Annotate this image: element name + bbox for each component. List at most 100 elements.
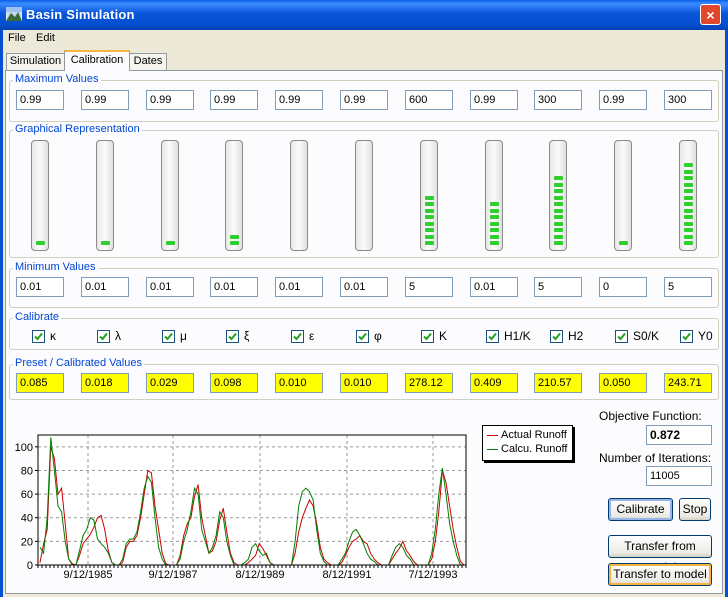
- objective-value: 0.872: [646, 425, 712, 445]
- close-button[interactable]: ×: [700, 4, 721, 25]
- meter-segment: [425, 234, 434, 239]
- max-value-field[interactable]: 0.99: [146, 90, 194, 110]
- meter-segment: [554, 182, 563, 187]
- x-tick-label: 8/12/1991: [323, 569, 372, 581]
- calibrate-button[interactable]: Calibrate: [608, 498, 673, 521]
- checkbox-box[interactable]: [97, 330, 110, 343]
- preset-value-field[interactable]: 0.098: [210, 373, 258, 393]
- tab-calibration[interactable]: Calibration: [64, 50, 130, 71]
- parameter-meter: [96, 140, 114, 251]
- meter-segment: [425, 221, 434, 226]
- tab-simulation[interactable]: Simulation: [6, 53, 65, 70]
- checkbox-box[interactable]: [550, 330, 563, 343]
- transfer-to-model-button[interactable]: Transfer to model: [608, 563, 712, 586]
- x-tick-label: 9/12/1985: [64, 569, 113, 581]
- preset-value-field[interactable]: 0.029: [146, 373, 194, 393]
- y-tick-label: 100: [15, 442, 33, 454]
- min-value-field[interactable]: 0.01: [81, 277, 129, 297]
- min-value-field[interactable]: 0.01: [16, 277, 64, 297]
- checkbox-label: φ: [374, 329, 382, 343]
- meter-segment: [684, 221, 693, 226]
- checkbox-label: κ: [50, 329, 56, 343]
- check-icon: [99, 332, 108, 341]
- preset-value-field[interactable]: 243.71: [664, 373, 712, 393]
- checkbox-box[interactable]: [32, 330, 45, 343]
- meter-segment: [425, 241, 434, 245]
- parameter-meter: [290, 140, 308, 251]
- min-value-field[interactable]: 5: [405, 277, 453, 297]
- check-icon: [552, 332, 561, 341]
- max-value-field[interactable]: 600: [405, 90, 453, 110]
- preset-label: Preset / Calibrated Values: [13, 357, 144, 369]
- preset-value-field[interactable]: 210.57: [534, 373, 582, 393]
- max-value-field[interactable]: 0.99: [16, 90, 64, 110]
- preset-value-field[interactable]: 0.010: [340, 373, 388, 393]
- max-value-field[interactable]: 0.99: [210, 90, 258, 110]
- check-icon: [617, 332, 626, 341]
- checkbox-box[interactable]: [615, 330, 628, 343]
- parameter-meter: [679, 140, 697, 251]
- checkbox-box[interactable]: [226, 330, 239, 343]
- max-value-field[interactable]: 0.99: [340, 90, 388, 110]
- min-value-field[interactable]: 0.01: [275, 277, 323, 297]
- checkbox-box[interactable]: [291, 330, 304, 343]
- menu-edit[interactable]: Edit: [36, 32, 55, 44]
- y-tick-label: 80: [21, 465, 33, 477]
- meter-segment: [554, 189, 563, 193]
- checkbox-box[interactable]: [356, 330, 369, 343]
- checkbox-box[interactable]: [162, 330, 175, 343]
- meter-segment: [684, 202, 693, 206]
- check-icon: [293, 332, 302, 341]
- y-tick-label: 60: [21, 489, 33, 501]
- y-tick-label: 0: [27, 560, 33, 572]
- meter-segment: [684, 189, 693, 193]
- meter-segment: [684, 241, 693, 245]
- min-value-field[interactable]: 0.01: [470, 277, 518, 297]
- checkbox-label: ε: [309, 329, 315, 343]
- meter-segment: [554, 241, 563, 245]
- preset-value-field[interactable]: 0.085: [16, 373, 64, 393]
- max-value-field[interactable]: 0.99: [275, 90, 323, 110]
- max-value-field[interactable]: 300: [664, 90, 712, 110]
- meter-segment: [425, 208, 434, 213]
- min-value-field[interactable]: 0.01: [210, 277, 258, 297]
- calibrate-label: Calibrate: [13, 311, 62, 323]
- x-tick-label: 7/12/1993: [409, 569, 458, 581]
- meter-segment: [490, 234, 499, 239]
- meter-segment: [554, 228, 563, 232]
- meter-segment: [554, 176, 563, 180]
- max-value-field[interactable]: 300: [534, 90, 582, 110]
- preset-value-field[interactable]: 0.018: [81, 373, 129, 393]
- tab-dates[interactable]: Dates: [129, 53, 167, 70]
- meter-segment: [425, 202, 434, 206]
- stop-button[interactable]: Stop: [679, 498, 711, 521]
- max-value-field[interactable]: 0.99: [599, 90, 647, 110]
- max-value-field[interactable]: 0.99: [81, 90, 129, 110]
- preset-value-field[interactable]: 0.050: [599, 373, 647, 393]
- parameter-meter: [614, 140, 632, 251]
- min-value-field[interactable]: 0.01: [146, 277, 194, 297]
- check-icon: [358, 332, 367, 341]
- transfer-from-model-button[interactable]: Transfer from model: [608, 535, 712, 574]
- meter-segment: [101, 241, 110, 245]
- preset-value-field[interactable]: 0.409: [470, 373, 518, 393]
- checkbox-box[interactable]: [680, 330, 693, 343]
- checkbox-box[interactable]: [421, 330, 434, 343]
- graph-label: Graphical Representation: [13, 123, 142, 135]
- meter-segment: [684, 228, 693, 232]
- min-value-field[interactable]: 0.01: [340, 277, 388, 297]
- title-bar: Basin Simulation ×: [0, 0, 728, 30]
- preset-value-field[interactable]: 0.010: [275, 373, 323, 393]
- min-value-field[interactable]: 0: [599, 277, 647, 297]
- menu-file[interactable]: File: [8, 32, 26, 44]
- checkbox-label: H1/K: [504, 329, 531, 343]
- min-value-field[interactable]: 5: [534, 277, 582, 297]
- checkbox-label: H2: [568, 329, 584, 343]
- meter-segment: [490, 215, 499, 219]
- checkbox-box[interactable]: [486, 330, 499, 343]
- preset-value-field[interactable]: 278.12: [405, 373, 453, 393]
- window-title: Basin Simulation: [26, 7, 135, 22]
- max-value-field[interactable]: 0.99: [470, 90, 518, 110]
- meter-segment: [684, 215, 693, 219]
- min-value-field[interactable]: 5: [664, 277, 712, 297]
